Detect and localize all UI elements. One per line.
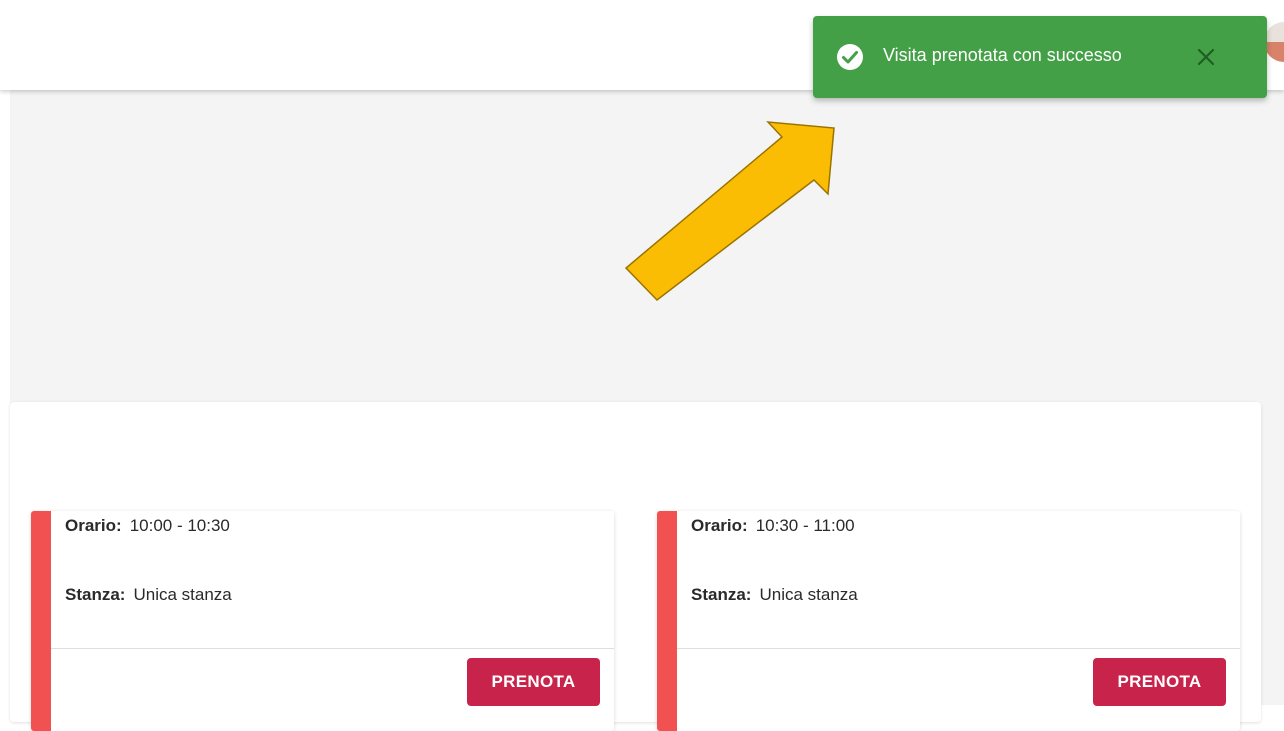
slot-time-label: Orario: bbox=[691, 516, 748, 535]
slot-time-label: Orario: bbox=[65, 516, 122, 535]
prenota-button[interactable]: PRENOTA bbox=[467, 658, 600, 706]
slot-divider bbox=[51, 648, 614, 649]
prenota-button[interactable]: PRENOTA bbox=[1093, 658, 1226, 706]
slot-room-row: Stanza: Unica stanza bbox=[65, 585, 232, 605]
slot-card: Orario: 10:30 - 11:00 Stanza: Unica stanza… bbox=[657, 511, 1240, 731]
slot-time-row: Orario: 10:00 - 10:30 bbox=[65, 516, 230, 536]
slot-room-value: Unica stanza bbox=[133, 585, 232, 604]
slot-time-row: Orario: 10:30 - 11:00 bbox=[691, 516, 855, 536]
slot-time-value: 10:00 - 10:30 bbox=[129, 516, 230, 535]
slot-time-value: 10:30 - 11:00 bbox=[755, 516, 855, 535]
slot-room-value: Unica stanza bbox=[759, 585, 858, 604]
slot-accent-bar bbox=[31, 511, 51, 731]
success-toast: Visita prenotata con successo bbox=[813, 16, 1267, 98]
avatar[interactable] bbox=[1264, 22, 1284, 62]
slot-divider bbox=[677, 648, 1240, 649]
toast-message: Visita prenotata con successo bbox=[883, 45, 1122, 65]
slot-accent-bar bbox=[657, 511, 677, 731]
slot-room-row: Stanza: Unica stanza bbox=[691, 585, 858, 605]
slot-room-label: Stanza: bbox=[691, 585, 752, 604]
slot-room-label: Stanza: bbox=[65, 585, 126, 604]
check-circle-icon bbox=[837, 44, 863, 70]
close-icon[interactable] bbox=[1193, 44, 1219, 70]
slot-card: Orario: 10:00 - 10:30 Stanza: Unica stanza… bbox=[31, 511, 614, 731]
